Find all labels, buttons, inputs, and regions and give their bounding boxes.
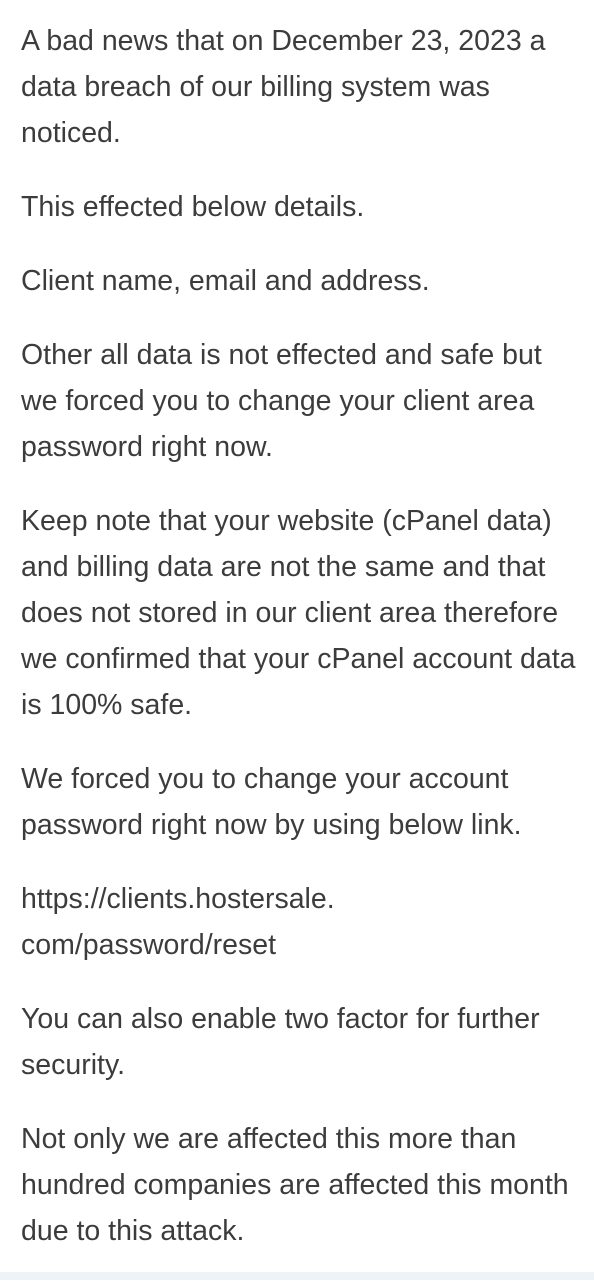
reset-link-part1[interactable]: https://clients.hostersale.: [21, 876, 583, 922]
message-paragraph: Client name, email and address.: [21, 265, 430, 297]
message-paragraph: A bad news that on December 23, 2023 a d…: [21, 25, 546, 149]
message-paragraph: We forced you to change your account pas…: [21, 763, 522, 841]
message-body: A bad news that on December 23, 2023 a d…: [21, 18, 583, 1282]
message-paragraph: Not only we are affected this more than …: [21, 1123, 569, 1247]
reset-link-text[interactable]: https://clients.hostersale. com/password…: [21, 876, 583, 968]
reset-link-part2[interactable]: com/password/reset: [21, 922, 583, 968]
bottom-divider: [0, 1272, 594, 1280]
message-paragraph: You can also enable two factor for furth…: [21, 1003, 540, 1081]
message-paragraph: Keep note that your website (cPanel data…: [21, 505, 576, 721]
message-paragraph: This effected below details.: [21, 191, 365, 223]
message-paragraph: Other all data is not effected and safe …: [21, 339, 542, 463]
